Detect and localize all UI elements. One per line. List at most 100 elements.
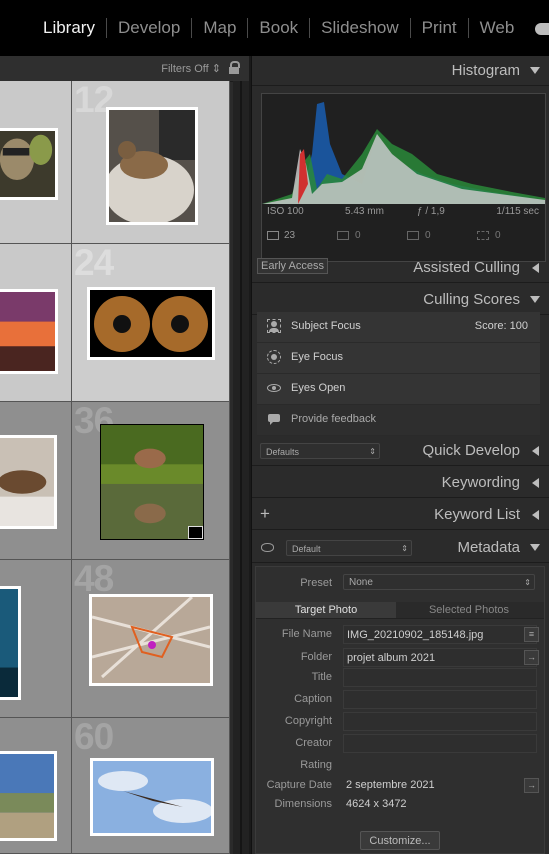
library-grid: Filters Off ⇕ 12 24 36 48 60 <box>0 56 249 854</box>
module-web[interactable]: Web <box>467 18 526 38</box>
field-label: File Name <box>281 628 332 640</box>
smart-preview-icon <box>407 231 419 240</box>
creator-field[interactable] <box>343 734 537 753</box>
eye-focus-icon <box>267 350 281 364</box>
add-keyword-button[interactable]: + <box>260 504 270 524</box>
grid-cell[interactable]: 12 <box>72 81 230 244</box>
expand-triangle-icon[interactable] <box>532 510 539 520</box>
photo-thumbnail[interactable] <box>87 287 215 360</box>
keyword-list-header[interactable]: + Keyword List <box>252 500 549 530</box>
metadata-view-select[interactable]: Default ⇕ <box>286 540 412 556</box>
assisted-culling-header[interactable]: Early Access Assisted Culling <box>252 253 549 283</box>
original-photo-icon <box>267 231 279 240</box>
count-zero: 0 <box>425 230 431 241</box>
filters-dropdown[interactable]: Filters Off ⇕ <box>161 62 221 75</box>
metadata-preset-select[interactable]: None ⇕ <box>343 574 535 590</box>
smart-preview-icon <box>477 231 489 240</box>
module-picker-bar: Library Develop Map Book Slideshow Print… <box>0 0 549 56</box>
grid-cell[interactable] <box>0 718 72 854</box>
metadata-field-row: Copyright <box>256 711 546 733</box>
metadata-header[interactable]: Default ⇕ Metadata <box>252 533 549 563</box>
capture-date-value: 2 septembre 2021 <box>346 779 435 791</box>
quick-develop-preset-select[interactable]: Defaults ⇕ <box>260 443 380 459</box>
metadata-field-row: Title <box>256 667 546 689</box>
list-icon[interactable]: ≡ <box>524 627 539 642</box>
copyright-field[interactable] <box>343 712 537 731</box>
caption-field[interactable] <box>343 690 537 709</box>
photo-thumbnail[interactable] <box>0 128 58 200</box>
eye-visibility-icon[interactable] <box>261 543 274 552</box>
go-to-date-arrow-icon[interactable]: → <box>524 778 539 793</box>
collapse-triangle-icon[interactable] <box>530 67 540 74</box>
photo-thumbnail[interactable] <box>0 751 57 841</box>
comment-icon[interactable] <box>188 526 203 539</box>
module-print[interactable]: Print <box>409 18 468 38</box>
tab-target-photo[interactable]: Target Photo <box>256 602 396 618</box>
photo-thumbnail[interactable] <box>89 594 213 686</box>
module-slideshow[interactable]: Slideshow <box>309 18 410 38</box>
iso-value: ISO 100 <box>267 206 304 217</box>
eye-focus-row[interactable]: Eye Focus <box>257 343 540 374</box>
grid-cell[interactable] <box>0 560 72 718</box>
smart-preview-icon <box>337 231 349 240</box>
count-zero: 0 <box>355 230 361 241</box>
photo-thumbnail[interactable] <box>0 289 58 374</box>
histogram-header[interactable]: Histogram <box>252 56 549 86</box>
photo-thumbnail[interactable] <box>0 435 57 529</box>
field-label: Dimensions <box>274 798 332 810</box>
grid-cell[interactable] <box>0 81 72 244</box>
module-book[interactable]: Book <box>247 18 309 38</box>
field-label: Caption <box>294 693 332 705</box>
grid-cell[interactable]: 24 <box>72 244 230 402</box>
module-develop[interactable]: Develop <box>105 18 191 38</box>
expand-triangle-icon[interactable] <box>532 263 539 273</box>
photo-thumbnail[interactable] <box>90 758 214 836</box>
histogram-title: Histogram <box>451 62 520 79</box>
field-label: Rating <box>300 759 332 771</box>
quick-develop-header[interactable]: Defaults ⇕ Quick Develop <box>252 436 549 466</box>
photo-thumbnail[interactable] <box>106 107 198 225</box>
module-library[interactable]: Library <box>43 18 106 38</box>
tab-selected-photos[interactable]: Selected Photos <box>396 602 542 618</box>
cloud-icon[interactable] <box>535 23 549 35</box>
grid-scrollbar[interactable] <box>233 81 249 854</box>
customize-button[interactable]: Customize... <box>360 831 440 850</box>
collapse-triangle-icon[interactable] <box>530 544 540 551</box>
metadata-view-value: Default <box>292 544 321 554</box>
module-map[interactable]: Map <box>191 18 247 38</box>
lock-icon[interactable] <box>229 61 240 74</box>
quick-develop-title: Quick Develop <box>422 442 520 459</box>
subject-focus-icon <box>267 319 281 333</box>
collapse-triangle-icon[interactable] <box>530 296 540 303</box>
grid-cell[interactable]: 48 <box>72 560 230 718</box>
photo-thumbnail[interactable] <box>0 586 21 700</box>
dimensions-value: 4624 x 3472 <box>346 798 407 810</box>
expand-triangle-icon[interactable] <box>532 478 539 488</box>
field-label: Creator <box>295 737 332 749</box>
title-field[interactable] <box>343 668 537 687</box>
provide-feedback-row[interactable]: Provide feedback <box>257 405 540 436</box>
count-zero: 0 <box>495 230 501 241</box>
grid-cell[interactable] <box>0 244 72 402</box>
grid-cell[interactable]: 36 <box>72 402 230 560</box>
grid-cell[interactable] <box>0 402 72 560</box>
field-label: Folder <box>300 651 332 663</box>
subject-focus-row[interactable]: Subject Focus Score: 100 <box>257 312 540 343</box>
cell-number: 60 <box>74 718 114 757</box>
go-to-folder-arrow-icon[interactable]: → <box>524 650 539 665</box>
photo-thumbnail[interactable] <box>100 424 204 540</box>
provide-feedback-label: Provide feedback <box>291 413 376 425</box>
expand-triangle-icon[interactable] <box>532 446 539 456</box>
folder-field[interactable]: projet album 2021 <box>343 648 537 667</box>
eyes-open-label: Eyes Open <box>291 382 346 394</box>
subject-focus-label: Subject Focus <box>291 320 361 332</box>
keywording-header[interactable]: Keywording <box>252 468 549 498</box>
rating-field[interactable] <box>343 756 537 775</box>
file-name-field[interactable]: IMG_20210902_185148.jpg <box>343 625 537 644</box>
early-access-badge: Early Access <box>257 258 328 274</box>
culling-scores-title: Culling Scores <box>423 291 520 308</box>
metadata-field-row: Rating <box>256 755 546 777</box>
eyes-open-row[interactable]: Eyes Open <box>257 374 540 405</box>
culling-scores-header[interactable]: Culling Scores <box>252 285 549 315</box>
grid-cell[interactable]: 60 <box>72 718 230 854</box>
